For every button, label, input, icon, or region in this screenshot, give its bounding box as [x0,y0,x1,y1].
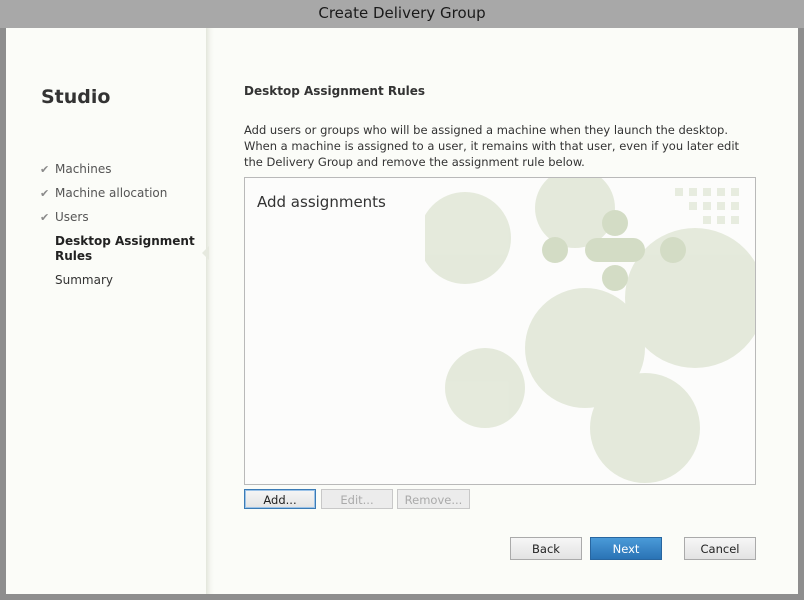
step-users: ✔ Users [40,210,200,225]
remove-button[interactable]: Remove... [397,489,470,509]
panel-title: Add assignments [257,193,386,211]
next-button[interactable]: Next [590,537,662,560]
checkmark-icon: ✔ [40,211,50,224]
step-summary: Summary [40,273,200,288]
window-title: Create Delivery Group [318,4,486,22]
assignments-panel[interactable]: Add assignments [244,177,756,485]
cancel-button[interactable]: Cancel [684,537,756,560]
checkmark-icon: ✔ [40,163,50,176]
app-name: Studio [41,86,111,108]
checkmark-icon: ✔ [40,187,50,200]
section-description: Add users or groups who will be assigned… [244,123,740,169]
step-label: Machine allocation [55,186,168,200]
step-machines: ✔ Machines [40,162,200,177]
step-machine-allocation: ✔ Machine allocation [40,186,200,201]
back-button[interactable]: Back [510,537,582,560]
window-titlebar: Create Delivery Group [0,0,804,28]
wizard-window: Studio ✔ Machines ✔ Machine allocation ✔… [6,28,798,594]
step-label: Summary [55,273,113,287]
watermark-logo-icon [425,178,755,483]
sidebar-divider [206,28,214,594]
step-label: Desktop Assignment Rules [55,234,195,263]
step-label: Machines [55,162,112,176]
active-step-pointer-icon [202,246,209,260]
add-button[interactable]: Add... [244,489,316,509]
section-title: Desktop Assignment Rules [244,84,426,98]
edit-button[interactable]: Edit... [321,489,393,509]
step-label: Users [55,210,89,224]
step-list: ✔ Machines ✔ Machine allocation ✔ Users … [40,162,200,297]
window-bottom-edge [0,594,804,600]
step-desktop-assignment-rules: Desktop Assignment Rules [40,234,200,264]
wizard-sidebar: Studio ✔ Machines ✔ Machine allocation ✔… [6,28,206,594]
